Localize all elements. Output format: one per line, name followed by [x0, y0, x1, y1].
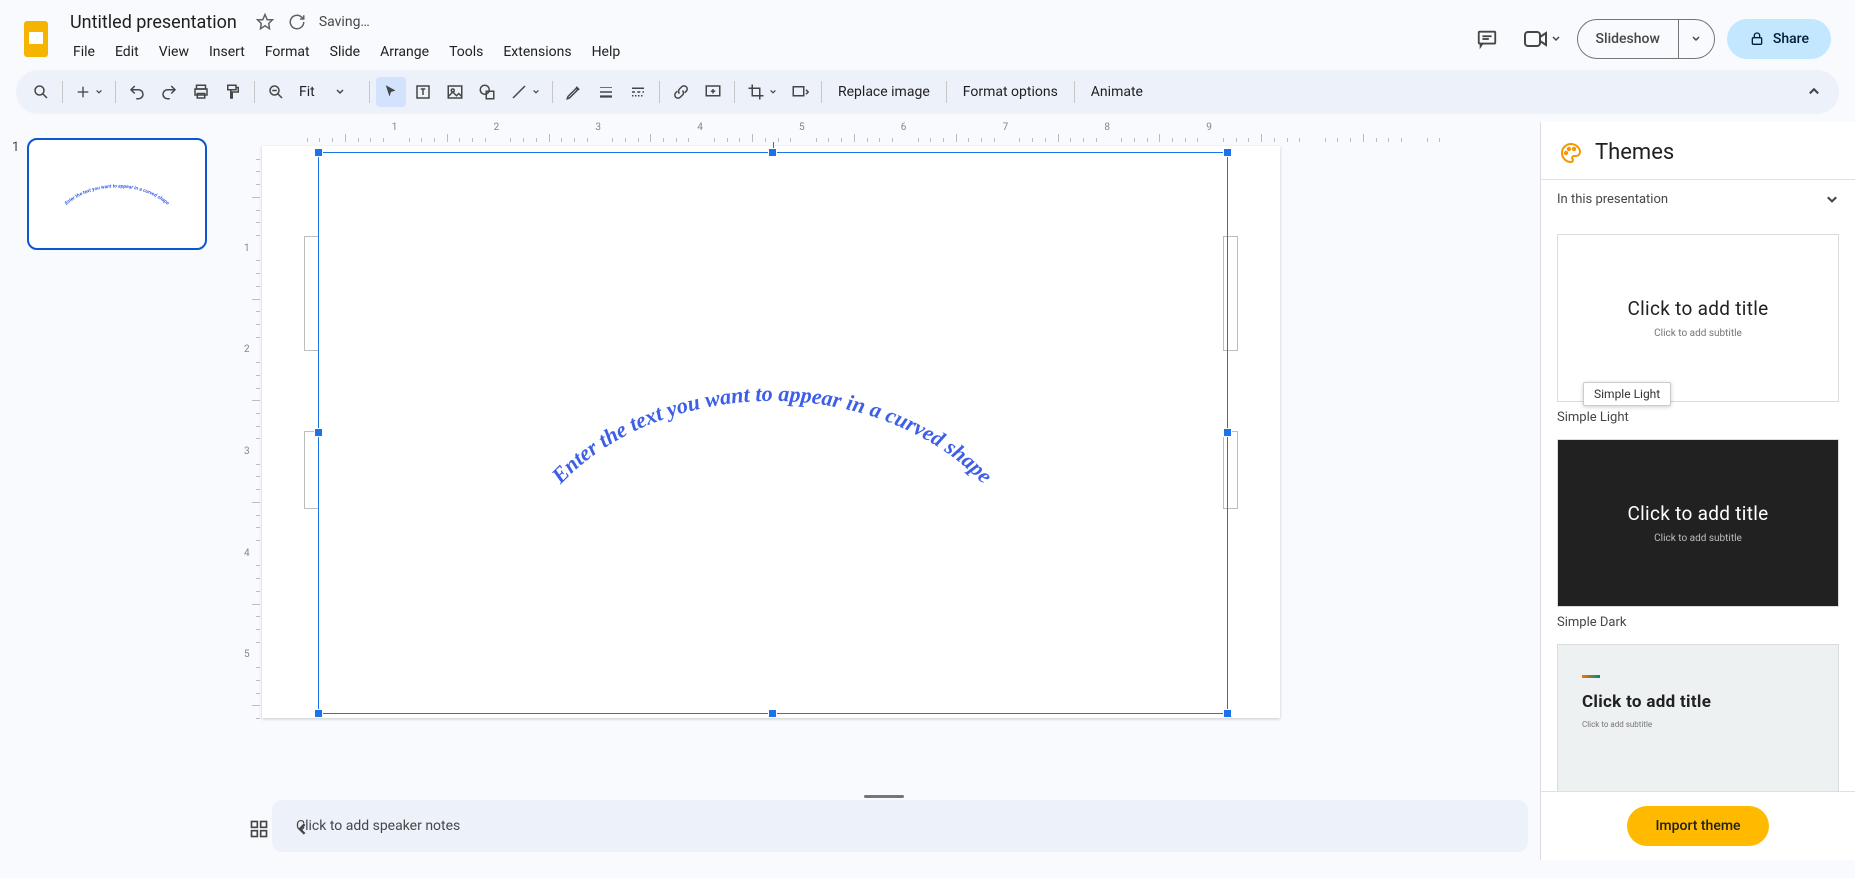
filmstrip-collapse-icon[interactable]	[288, 814, 318, 844]
slideshow-dropdown[interactable]	[1678, 20, 1714, 58]
reset-image-icon[interactable]	[785, 77, 815, 107]
menu-tools[interactable]: Tools	[440, 40, 492, 64]
border-dash-icon[interactable]	[623, 77, 653, 107]
saving-status: Saving…	[319, 14, 370, 30]
resize-handle[interactable]	[1223, 148, 1232, 157]
theme-option-simple-dark[interactable]: Click to add title Click to add subtitle	[1557, 439, 1839, 607]
share-button[interactable]: Share	[1727, 19, 1831, 59]
panel-title: Themes	[1595, 140, 1674, 165]
slides-logo-icon[interactable]	[16, 19, 56, 59]
theme-label: Simple Dark	[1557, 615, 1839, 630]
menu-edit[interactable]: Edit	[106, 40, 148, 64]
svg-text:Enter the text you want to app: Enter the text you want to appear in a c…	[64, 183, 171, 206]
speaker-notes[interactable]: Click to add speaker notes	[272, 800, 1528, 852]
shape-icon[interactable]	[472, 77, 502, 107]
redo-icon[interactable]	[154, 77, 184, 107]
comments-icon[interactable]	[1467, 19, 1507, 59]
slide-thumbnail[interactable]: Enter the text you want to appear in a c…	[27, 138, 207, 250]
meet-button[interactable]	[1519, 29, 1565, 49]
format-options-button[interactable]: Format options	[953, 80, 1068, 104]
selection-box[interactable]	[318, 152, 1228, 714]
slide-canvas[interactable]: Enter the text you want to appear in a c…	[262, 146, 1280, 718]
line-icon[interactable]	[504, 77, 546, 107]
slideshow-button[interactable]: Slideshow	[1577, 19, 1715, 59]
panel-section-toggle[interactable]: In this presentation	[1541, 180, 1855, 220]
border-weight-icon[interactable]	[591, 77, 621, 107]
menu-file[interactable]: File	[64, 40, 104, 64]
image-icon[interactable]	[440, 77, 470, 107]
search-menus-icon[interactable]	[26, 77, 56, 107]
comment-icon[interactable]	[698, 77, 728, 107]
menu-bar: File Edit View Insert Format Slide Arran…	[64, 38, 1459, 70]
resize-handle[interactable]	[1223, 428, 1232, 437]
link-icon[interactable]	[666, 77, 696, 107]
sync-icon	[287, 12, 307, 32]
horizontal-ruler: 123456789	[260, 122, 1540, 142]
chevron-down-icon	[1825, 193, 1839, 207]
toolbar-collapse-icon[interactable]	[1799, 77, 1829, 107]
menu-insert[interactable]: Insert	[200, 40, 254, 64]
explore-icon[interactable]	[244, 814, 274, 844]
resize-handle[interactable]	[768, 148, 777, 157]
resize-handle[interactable]	[1223, 709, 1232, 718]
resize-handle[interactable]	[768, 709, 777, 718]
print-icon[interactable]	[186, 77, 216, 107]
notes-resize-handle[interactable]	[228, 792, 1540, 800]
resize-handle[interactable]	[314, 148, 323, 157]
import-theme-button[interactable]: Import theme	[1627, 806, 1768, 846]
menu-help[interactable]: Help	[583, 40, 630, 64]
textbox-icon[interactable]	[408, 77, 438, 107]
toolbar: Fit Replace image Format options Animate	[16, 70, 1839, 114]
paint-format-icon[interactable]	[218, 77, 248, 107]
theme-label: Simple Light	[1557, 410, 1839, 425]
slide-number: 1	[12, 138, 19, 844]
zoom-select[interactable]: Fit	[293, 84, 363, 100]
animate-button[interactable]: Animate	[1081, 80, 1153, 104]
zoom-out-icon[interactable]	[261, 77, 291, 107]
border-color-icon[interactable]	[559, 77, 589, 107]
doc-title[interactable]: Untitled presentation	[64, 10, 243, 35]
filmstrip: 1 Enter the text you want to appear in a…	[0, 122, 228, 860]
crop-icon[interactable]	[741, 77, 783, 107]
select-tool-icon[interactable]	[376, 77, 406, 107]
undo-icon[interactable]	[122, 77, 152, 107]
menu-view[interactable]: View	[150, 40, 198, 64]
palette-icon	[1559, 141, 1583, 165]
theme-option-simple-light[interactable]: Click to add title Click to add subtitle	[1557, 234, 1839, 402]
theme-option-streamline[interactable]: Click to add title Click to add subtitle	[1557, 644, 1839, 791]
resize-handle[interactable]	[314, 709, 323, 718]
star-icon[interactable]	[255, 12, 275, 32]
menu-arrange[interactable]: Arrange	[371, 40, 438, 64]
resize-handle[interactable]	[314, 428, 323, 437]
menu-format[interactable]: Format	[256, 40, 319, 64]
themes-panel: Themes In this presentation Click to add…	[1540, 122, 1855, 860]
menu-slide[interactable]: Slide	[321, 40, 369, 64]
menu-extensions[interactable]: Extensions	[494, 40, 580, 64]
theme-tooltip: Simple Light	[1583, 382, 1671, 406]
new-slide-button[interactable]	[69, 77, 109, 107]
replace-image-button[interactable]: Replace image	[828, 80, 940, 104]
